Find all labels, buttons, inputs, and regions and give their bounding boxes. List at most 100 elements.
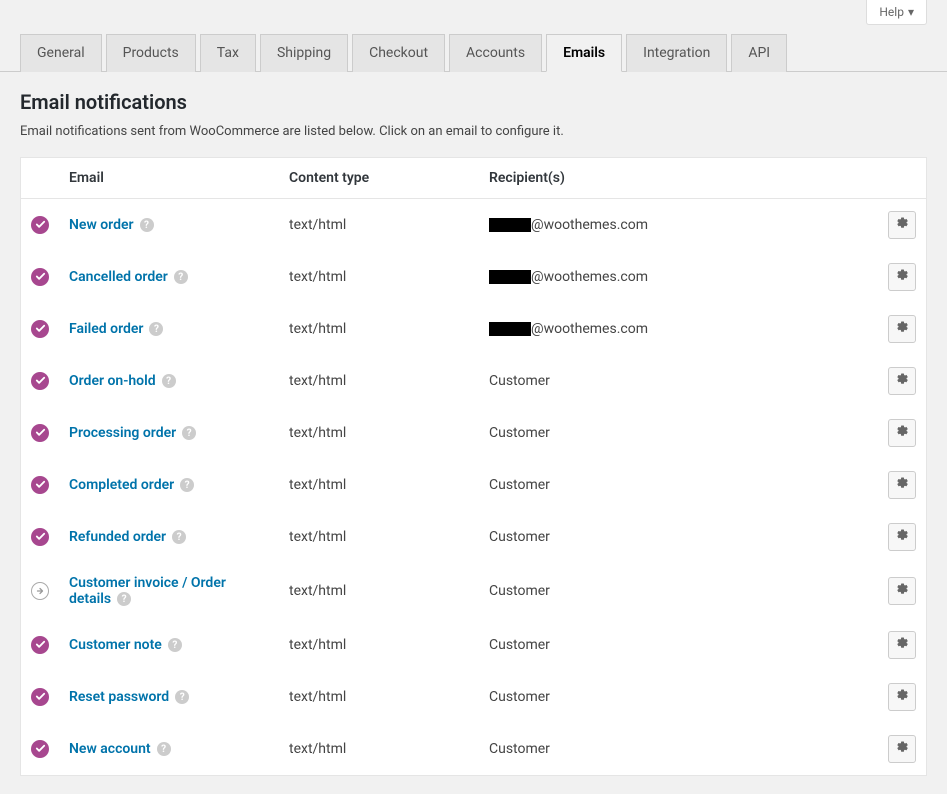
help-tip-icon[interactable]: ?	[172, 530, 186, 544]
tab-checkout[interactable]: Checkout	[352, 34, 445, 72]
content-type-value: text/html	[279, 407, 479, 459]
recipient-value: Customer	[479, 355, 878, 407]
table-row: Customer note? text/htmlCustomer	[21, 619, 927, 671]
table-row: Failed order?text/html@woothemes.com	[21, 303, 927, 355]
configure-button[interactable]	[888, 211, 916, 239]
column-recipients: Recipient(s)	[479, 158, 878, 199]
recipient-value: Customer	[479, 671, 878, 723]
recipient-value: @woothemes.com	[479, 303, 878, 355]
email-link[interactable]: Refunded order	[69, 529, 166, 545]
status-enabled-icon	[31, 424, 49, 442]
content-type-value: text/html	[279, 563, 479, 619]
email-link[interactable]: New account	[69, 741, 151, 757]
email-link[interactable]: Failed order	[69, 321, 143, 337]
gear-icon	[895, 636, 909, 654]
email-link[interactable]: Reset password	[69, 689, 169, 705]
email-link[interactable]: Customer note	[69, 637, 162, 653]
content-type-value: text/html	[279, 671, 479, 723]
gear-icon	[895, 372, 909, 390]
status-enabled-icon	[31, 688, 49, 706]
email-link[interactable]: Processing order	[69, 425, 176, 441]
tab-emails[interactable]: Emails	[546, 34, 622, 72]
email-link[interactable]: New order	[69, 217, 134, 233]
column-actions	[878, 158, 927, 199]
recipient-value: @woothemes.com	[479, 251, 878, 303]
help-tip-icon[interactable]: ?	[174, 270, 188, 284]
recipient-value: Customer	[479, 723, 878, 776]
configure-button[interactable]	[888, 471, 916, 499]
help-tip-icon[interactable]: ?	[162, 374, 176, 388]
gear-icon	[895, 740, 909, 758]
help-tip-icon[interactable]: ?	[182, 426, 196, 440]
content-type-value: text/html	[279, 619, 479, 671]
tab-integration[interactable]: Integration	[626, 34, 727, 72]
settings-tabs: GeneralProductsTaxShippingCheckoutAccoun…	[0, 33, 947, 72]
recipient-value: Customer	[479, 563, 878, 619]
tab-general[interactable]: General	[20, 34, 102, 72]
table-row: Processing order?text/htmlCustomer	[21, 407, 927, 459]
status-enabled-icon	[31, 372, 49, 390]
status-enabled-icon	[31, 476, 49, 494]
status-enabled-icon	[31, 320, 49, 338]
tab-products[interactable]: Products	[106, 34, 196, 72]
email-link[interactable]: Order on-hold	[69, 373, 156, 389]
help-tip-icon[interactable]: ?	[180, 478, 194, 492]
configure-button[interactable]	[888, 631, 916, 659]
page-description: Email notifications sent from WooCommerc…	[20, 124, 927, 139]
help-tip-icon[interactable]: ?	[117, 592, 131, 606]
gear-icon	[895, 582, 909, 600]
chevron-down-icon: ▾	[908, 5, 914, 19]
configure-button[interactable]	[888, 263, 916, 291]
tab-api[interactable]: API	[731, 34, 787, 72]
content-type-value: text/html	[279, 459, 479, 511]
table-row: Order on-hold? text/htmlCustomer	[21, 355, 927, 407]
email-link[interactable]: Customer invoice / Order details	[69, 575, 226, 607]
gear-icon	[895, 528, 909, 546]
gear-icon	[895, 268, 909, 286]
help-tip-icon[interactable]: ?	[175, 690, 189, 704]
table-row: New account?text/htmlCustomer	[21, 723, 927, 776]
configure-button[interactable]	[888, 523, 916, 551]
status-enabled-icon	[31, 216, 49, 234]
tab-shipping[interactable]: Shipping	[260, 34, 348, 72]
table-row: Customer invoice / Order details? text/ht…	[21, 563, 927, 619]
table-row: Refunded order?text/htmlCustomer	[21, 511, 927, 563]
column-content-type: Content type	[279, 158, 479, 199]
configure-button[interactable]	[888, 735, 916, 763]
status-enabled-icon	[31, 636, 49, 654]
configure-button[interactable]	[888, 367, 916, 395]
redacted-block	[489, 270, 531, 284]
email-link[interactable]: Cancelled order	[69, 269, 168, 285]
content-type-value: text/html	[279, 251, 479, 303]
email-notifications-table: Email Content type Recipient(s) New orde…	[20, 157, 927, 776]
configure-button[interactable]	[888, 683, 916, 711]
help-tab[interactable]: Help ▾	[866, 0, 927, 25]
configure-button[interactable]	[888, 315, 916, 343]
table-row: Completed order?text/htmlCustomer	[21, 459, 927, 511]
recipient-value: @woothemes.com	[479, 199, 878, 252]
tab-tax[interactable]: Tax	[200, 34, 256, 72]
gear-icon	[895, 424, 909, 442]
gear-icon	[895, 320, 909, 338]
column-email: Email	[59, 158, 279, 199]
recipient-value: Customer	[479, 619, 878, 671]
content-type-value: text/html	[279, 511, 479, 563]
content-type-value: text/html	[279, 355, 479, 407]
help-tip-icon[interactable]: ?	[168, 638, 182, 652]
status-manual-icon	[31, 582, 49, 600]
gear-icon	[895, 476, 909, 494]
tab-accounts[interactable]: Accounts	[449, 34, 542, 72]
table-row: Reset password? text/htmlCustomer	[21, 671, 927, 723]
status-enabled-icon	[31, 268, 49, 286]
help-tip-icon[interactable]: ?	[140, 218, 154, 232]
table-row: Cancelled order? text/html@woothemes.com	[21, 251, 927, 303]
help-tip-icon[interactable]: ?	[157, 742, 171, 756]
help-tip-icon[interactable]: ?	[149, 322, 163, 336]
status-enabled-icon	[31, 740, 49, 758]
gear-icon	[895, 688, 909, 706]
page-title: Email notifications	[20, 90, 927, 114]
configure-button[interactable]	[888, 577, 916, 605]
email-link[interactable]: Completed order	[69, 477, 174, 493]
configure-button[interactable]	[888, 419, 916, 447]
help-label: Help	[879, 5, 904, 19]
